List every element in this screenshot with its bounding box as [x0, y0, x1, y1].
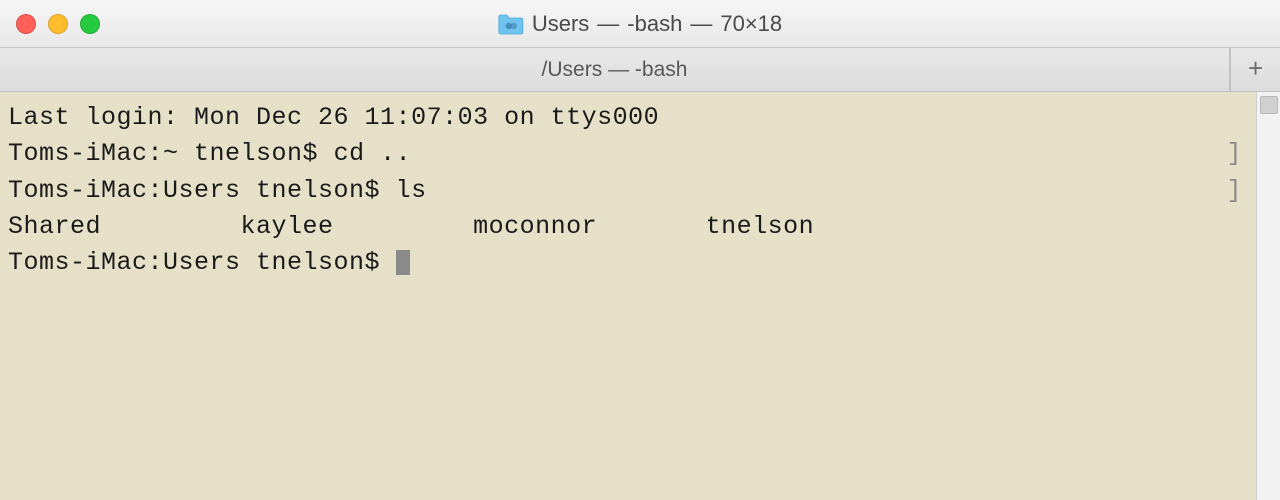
cursor-icon: [396, 250, 410, 275]
last-login-line: Last login: Mon Dec 26 11:07:03 on ttys0…: [8, 103, 659, 132]
traffic-lights: [16, 14, 100, 34]
plus-icon: +: [1248, 55, 1264, 85]
ls-output: Shared kaylee moconnor tnelson: [8, 212, 814, 241]
minimize-window-button[interactable]: [48, 14, 68, 34]
prompt-3: Toms-iMac:Users tnelson$: [8, 248, 396, 277]
line-mark-icon: ]: [1226, 136, 1248, 172]
new-tab-button[interactable]: +: [1230, 48, 1280, 91]
line-mark-icon: ]: [1226, 173, 1248, 209]
title-shell-name: -bash: [627, 11, 682, 37]
tab-shell: -bash: [635, 58, 688, 82]
cmd-2: ls: [396, 176, 427, 205]
tab-path: /Users: [542, 58, 603, 82]
close-window-button[interactable]: [16, 14, 36, 34]
title-sep-1: —: [597, 11, 619, 37]
terminal-tab[interactable]: /Users — -bash: [0, 48, 1230, 91]
content-area: Last login: Mon Dec 26 11:07:03 on ttys0…: [0, 92, 1280, 500]
tab-sep: —: [602, 58, 635, 82]
prompt-1: Toms-iMac:~ tnelson$: [8, 139, 334, 168]
fullscreen-window-button[interactable]: [80, 14, 100, 34]
terminal-output[interactable]: Last login: Mon Dec 26 11:07:03 on ttys0…: [0, 92, 1256, 500]
window-title: Users — -bash — 70×18: [498, 11, 782, 37]
title-folder-name: Users: [532, 11, 589, 37]
users-folder-icon: [498, 13, 524, 35]
cmd-1: cd ..: [334, 139, 412, 168]
vertical-scrollbar[interactable]: [1256, 92, 1280, 500]
tab-bar: /Users — -bash +: [0, 48, 1280, 92]
scroll-thumb[interactable]: [1260, 96, 1278, 114]
title-size: 70×18: [720, 11, 782, 37]
title-sep-2: —: [690, 11, 712, 37]
window-titlebar: Users — -bash — 70×18: [0, 0, 1280, 48]
prompt-2: Toms-iMac:Users tnelson$: [8, 176, 396, 205]
